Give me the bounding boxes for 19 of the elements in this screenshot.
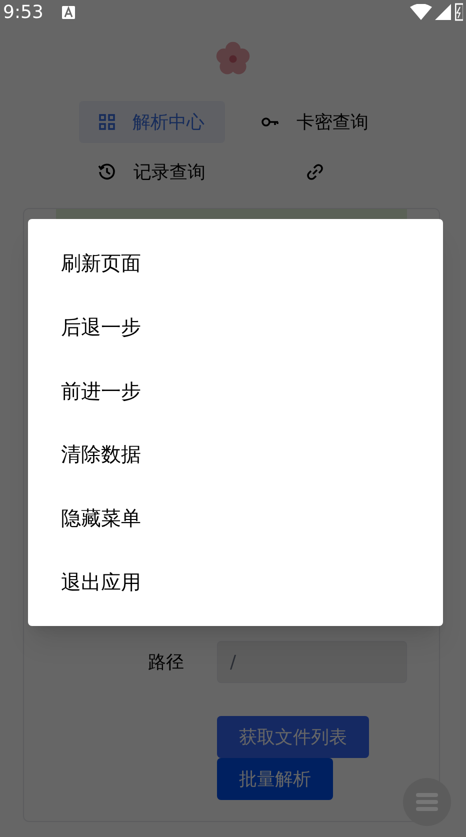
key-icon [260,117,278,127]
status-time: 9:53 [3,0,44,24]
menu-item[interactable]: 后退一步 [28,294,443,359]
nav-tab[interactable]: 记录查询 [78,151,226,193]
link-icon [306,164,322,180]
signal-icon [435,4,451,20]
menu-item[interactable]: 刷新页面 [28,231,443,295]
grid-icon [98,114,114,130]
menu-item[interactable]: 前进一步 [28,358,443,422]
path-label: 路径 [147,650,185,674]
menu-item[interactable]: 退出应用 [28,550,443,614]
menu-item[interactable]: 隐藏菜单 [28,486,443,550]
menu-icon [416,792,438,812]
wifi-icon [410,4,432,20]
nav-tab[interactable]: 卡密查询 [240,101,388,143]
menu-item[interactable]: 清除数据 [28,422,443,486]
notification-icon [62,6,76,18]
history-icon [98,163,116,181]
battery-icon [455,3,463,21]
